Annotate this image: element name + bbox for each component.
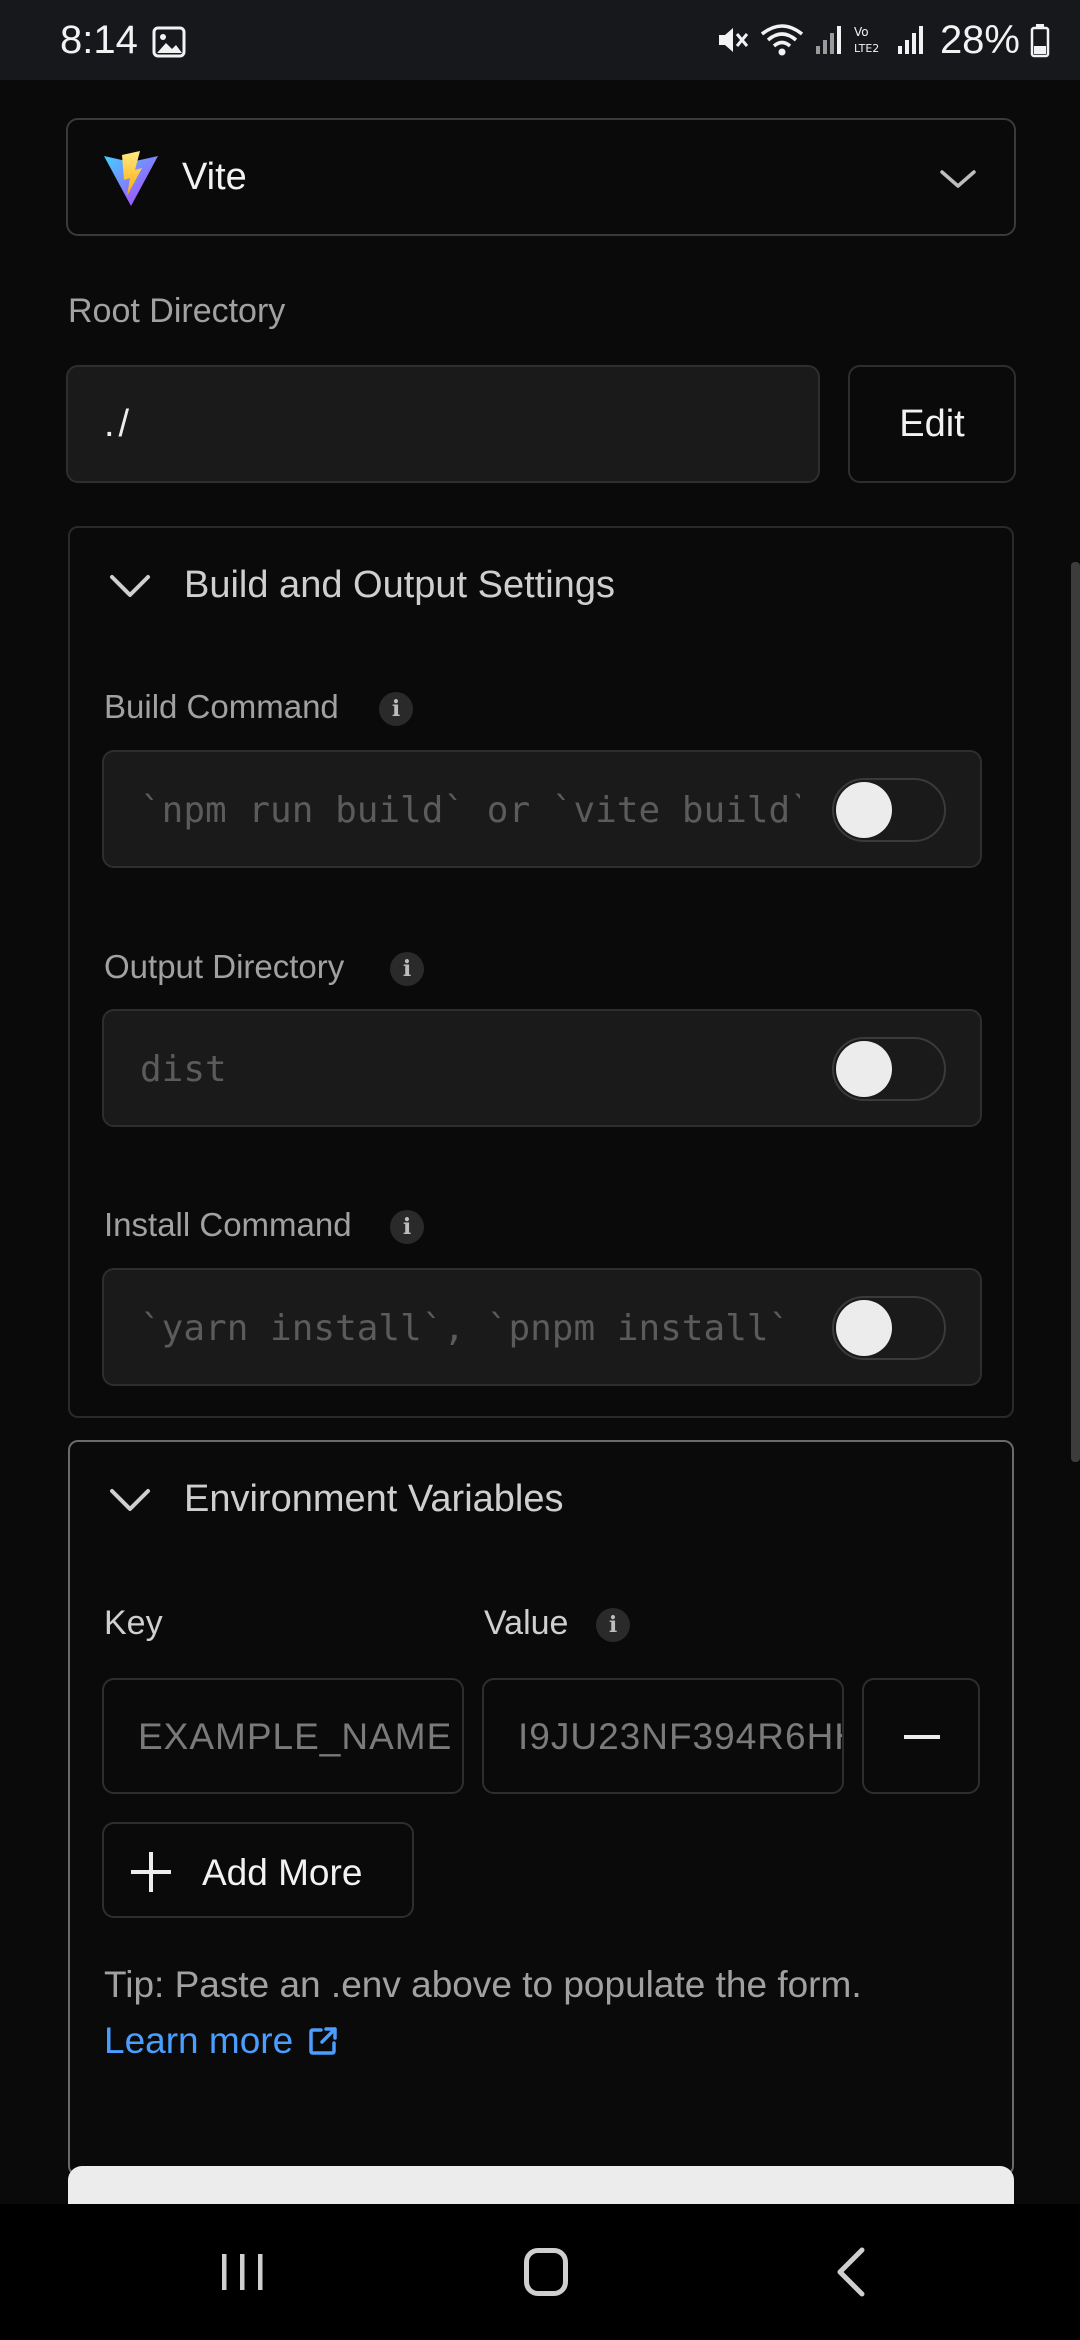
env-key-label: Key [104,1604,163,1642]
edit-root-directory-button[interactable]: Edit [848,365,1016,483]
chevron-down-icon [940,170,976,188]
scrollbar[interactable] [1071,562,1080,1462]
svg-text:LTE2: LTE2 [854,42,879,55]
project-settings-content[interactable]: Vite Root Directory ./ Edit Build and Ou… [0,80,1080,2204]
signal-icon [815,26,841,54]
add-more-label: Add More [202,1852,363,1893]
chevron-down-icon[interactable] [108,572,152,600]
external-link-icon [309,2027,337,2055]
info-icon[interactable]: i [390,1210,424,1244]
status-icons: Vo LTE2 28% [716,18,1050,62]
output-directory-placeholder: dist [140,1049,227,1090]
env-value-placeholder: I9JU23NF394R6HH [518,1716,844,1757]
learn-more-label: Learn more [104,2020,294,2061]
env-key-placeholder: EXAMPLE_NAME [138,1716,453,1757]
env-key-input[interactable]: EXAMPLE_NAME [102,1678,464,1794]
root-directory-label: Root Directory [68,292,286,330]
minus-icon [904,1735,940,1739]
env-vars-title[interactable]: Environment Variables [184,1478,563,1521]
home-icon[interactable] [524,2248,568,2296]
learn-more-link[interactable]: Learn more [104,2020,339,2062]
output-directory-override-toggle[interactable] [832,1037,946,1101]
remove-env-var-button[interactable] [862,1678,980,1794]
framework-name: Vite [182,156,247,198]
deploy-button[interactable] [68,2166,1014,2204]
back-icon[interactable] [830,2246,870,2298]
navigation-bar [0,2204,1080,2340]
toggle-knob [836,782,892,838]
root-directory-input[interactable]: ./ [66,365,820,483]
install-command-placeholder: `yarn install`, `pnpm install` [140,1308,791,1349]
output-directory-input[interactable]: dist [102,1009,982,1127]
edit-button-label: Edit [899,403,965,445]
gallery-icon [152,26,186,58]
framework-select[interactable]: Vite [66,118,1016,236]
root-directory-value: ./ [104,403,134,445]
volte-icon: Vo LTE2 [854,25,879,55]
build-command-label: Build Command [104,688,339,725]
status-bar: 8:14 Vo LTE2 28% [0,0,1080,80]
build-command-override-toggle[interactable] [832,778,946,842]
wifi-icon [760,24,804,56]
status-time: 8:14 [60,18,138,62]
environment-variables-panel: Environment Variables Key Value i EXAMPL… [68,1440,1014,2176]
recent-apps-icon[interactable] [218,2250,268,2294]
mute-icon [718,28,749,52]
build-output-settings-panel: Build and Output Settings Build Command … [68,526,1014,1418]
install-command-label: Install Command [104,1206,352,1243]
env-value-label: Value [484,1604,569,1642]
build-command-input[interactable]: `npm run build` or `vite build` [102,750,982,868]
chevron-down-icon[interactable] [108,1486,152,1514]
install-command-input[interactable]: `yarn install`, `pnpm install` [102,1268,982,1386]
build-command-placeholder: `npm run build` or `vite build` [140,790,800,831]
env-tip-text: Tip: Paste an .env above to populate the… [104,1964,862,2005]
install-command-override-toggle[interactable] [832,1296,946,1360]
battery-icon [1030,24,1050,58]
info-icon[interactable]: i [390,952,424,986]
output-directory-label: Output Directory [104,948,345,985]
toggle-knob [836,1041,892,1097]
add-more-button[interactable]: Add More [102,1822,414,1918]
signal-icon [897,26,923,54]
svg-text:Vo: Vo [854,25,869,39]
build-settings-title[interactable]: Build and Output Settings [184,564,615,607]
toggle-knob [836,1300,892,1356]
info-icon[interactable]: i [379,692,413,726]
info-icon[interactable]: i [596,1608,630,1642]
vite-logo [104,151,158,206]
battery-percent: 28% [939,17,1020,62]
env-value-input[interactable]: I9JU23NF394R6HH [482,1678,844,1794]
